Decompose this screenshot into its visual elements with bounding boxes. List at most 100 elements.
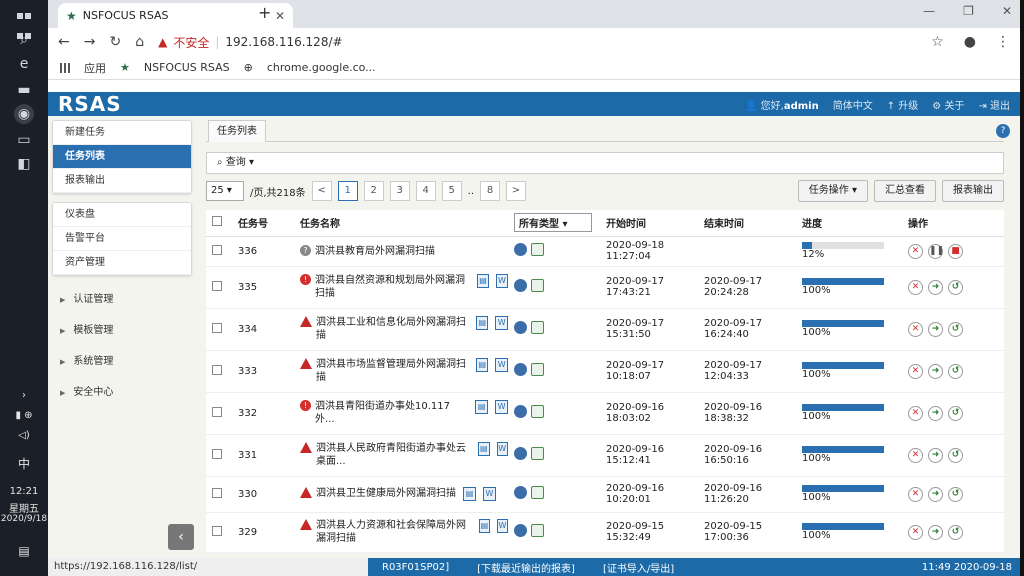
sidebar-item-new-task[interactable]: 新建任务 [53,121,191,145]
terminal-icon[interactable]: ▭ [14,130,34,150]
checkbox[interactable] [212,244,222,255]
word-report-icon[interactable]: W [483,487,496,501]
page-2[interactable]: 2 [363,181,384,201]
url-field[interactable]: ▲ 不安全 | 192.168.116.128/# [158,34,342,51]
html-report-icon[interactable]: ▤ [478,442,490,456]
sidebar-item-system[interactable]: ▶ 系统管理 [52,346,192,377]
run-icon[interactable]: ➜ [928,447,943,463]
tray-icons[interactable]: ▮ ⊕ [0,410,48,421]
row-select[interactable] [206,350,232,393]
export-icon[interactable] [531,486,544,499]
task-name[interactable]: 泗洪县青阳街道办事处10.117外... [315,400,468,426]
task-name[interactable]: 泗洪县工业和信息化局外网漏洞扫描 [316,316,469,342]
checkbox[interactable] [212,406,222,417]
row-select[interactable] [206,434,232,477]
back-icon[interactable]: ← [58,34,70,50]
pause-icon[interactable]: ❚❚ [928,243,944,259]
checkbox[interactable] [212,525,222,536]
delete-icon[interactable]: ✕ [908,447,923,463]
page-8[interactable]: 8 [480,181,500,201]
row-select[interactable] [206,236,232,267]
checkbox[interactable] [212,280,222,291]
clock-time[interactable]: 12:21 [0,486,48,497]
close-tab-icon[interactable]: ✕ [275,9,285,23]
page-size-select[interactable]: 25 ▾ [206,181,244,201]
word-report-icon[interactable]: W [495,400,508,414]
collapse-sidebar-button[interactable]: ‹ [168,524,194,550]
export-icon[interactable] [531,243,544,256]
html-report-icon[interactable]: ▤ [475,316,489,330]
row-select[interactable] [206,266,232,309]
table-row[interactable]: 333 泗洪县市场监督管理局外网漏洞扫描 ▤ W 2020-09-17 10:18:07 2… [206,350,1004,393]
download-report-link[interactable]: [下载最近输出的报表] [463,560,589,575]
html-report-icon[interactable]: ▤ [478,519,490,533]
search-icon[interactable]: ⌕ [14,30,34,50]
table-row[interactable]: 336? 泗洪县教育局外网漏洞扫描 2020-09-18 11:27:04 12% ✕ ❚❚… [206,236,1004,267]
run-icon[interactable]: ➜ [928,321,943,337]
upgrade-link[interactable]: ↑ 升级 [887,97,919,112]
sidebar-item-assets[interactable]: 资产管理 [53,251,191,275]
query-toggle[interactable]: 查询 [226,157,246,168]
delete-icon[interactable]: ✕ [908,321,923,337]
rescan-icon[interactable]: ↺ [948,447,963,463]
html-report-icon[interactable]: ▤ [476,274,489,288]
table-row[interactable]: 331 泗洪县人民政府青阳街道办事处云桌面... ▤ W 2020-09-16 15:12… [206,434,1004,477]
delete-icon[interactable]: ✕ [908,486,923,502]
cert-link[interactable]: [证书导入/导出] [589,560,688,575]
run-icon[interactable]: ➜ [928,405,943,421]
rescan-icon[interactable]: ↺ [948,486,963,502]
page-next[interactable]: > [506,181,526,201]
page-prev[interactable]: < [311,181,332,201]
export-icon[interactable] [531,524,544,537]
profile-icon[interactable]: ● [964,34,976,50]
row-select[interactable] [206,392,232,435]
row-select[interactable] [206,308,232,351]
page-1[interactable]: 1 [337,181,358,201]
username[interactable]: admin [784,101,819,112]
ime-indicator[interactable]: 中 [0,455,48,472]
html-report-icon[interactable]: ▤ [463,487,476,501]
export-icon[interactable] [531,321,544,334]
row-select[interactable] [206,512,232,553]
bookmark-nsfocus[interactable]: NSFOCUS RSAS [144,61,230,74]
help-icon[interactable]: ? [996,124,1010,138]
edge-icon[interactable]: e [14,54,34,74]
checkbox[interactable] [212,364,222,375]
file-explorer-icon[interactable]: ▬ [14,80,34,100]
export-icon[interactable] [531,363,544,376]
export-icon[interactable] [531,447,544,460]
bookmark-chrome-store[interactable]: chrome.google.co... [267,61,376,74]
checkbox[interactable] [212,216,222,227]
sidebar-item-templates[interactable]: ▶ 模板管理 [52,315,192,346]
forward-icon[interactable]: → [84,34,96,50]
task-name[interactable]: 泗洪县人力资源和社会保障局外网漏洞扫描 [316,519,472,545]
page-4[interactable]: 4 [415,181,436,201]
app-icon[interactable]: ◧ [14,154,34,174]
about-link[interactable]: ⚙ 关于 [932,97,964,112]
summary-view-button[interactable]: 汇总查看 [874,180,936,202]
home-icon[interactable]: ⌂ [135,34,144,50]
sidebar-item-auth[interactable]: ▶ 认证管理 [52,284,192,315]
rescan-icon[interactable]: ↺ [948,524,963,540]
report-export-button[interactable]: 报表输出 [942,180,1004,202]
rescan-icon[interactable]: ↺ [948,279,963,295]
run-icon[interactable]: ➜ [928,524,943,540]
rescan-icon[interactable]: ↺ [948,405,963,421]
task-name[interactable]: 泗洪县市场监督管理局外网漏洞扫描 [316,358,469,384]
html-report-icon[interactable]: ▤ [475,400,489,414]
rescan-icon[interactable]: ↺ [948,363,963,379]
restore-icon[interactable]: ❐ [963,4,974,18]
word-report-icon[interactable]: W [495,274,509,288]
delete-icon[interactable]: ✕ [908,363,923,379]
delete-icon[interactable]: ✕ [908,405,923,421]
menu-icon[interactable]: ⋮ [996,34,1010,50]
table-row[interactable]: 334 泗洪县工业和信息化局外网漏洞扫描 ▤ W 2020-09-17 15:31:50 2… [206,308,1004,351]
sidebar-item-alerts[interactable]: 告警平台 [53,227,191,251]
table-row[interactable]: 329 泗洪县人力资源和社会保障局外网漏洞扫描 ▤ W 2020-09-15 15:32:… [206,512,1004,553]
chevron-up-icon[interactable]: › [0,390,48,401]
volume-icon[interactable]: ◁) [0,430,48,441]
sidebar-item-dashboard[interactable]: 仪表盘 [53,203,191,227]
task-name[interactable]: 泗洪县自然资源和规划局外网漏洞扫描 [315,274,470,300]
export-icon[interactable] [531,279,544,292]
bookmark-star-icon[interactable]: ☆ [931,34,944,50]
